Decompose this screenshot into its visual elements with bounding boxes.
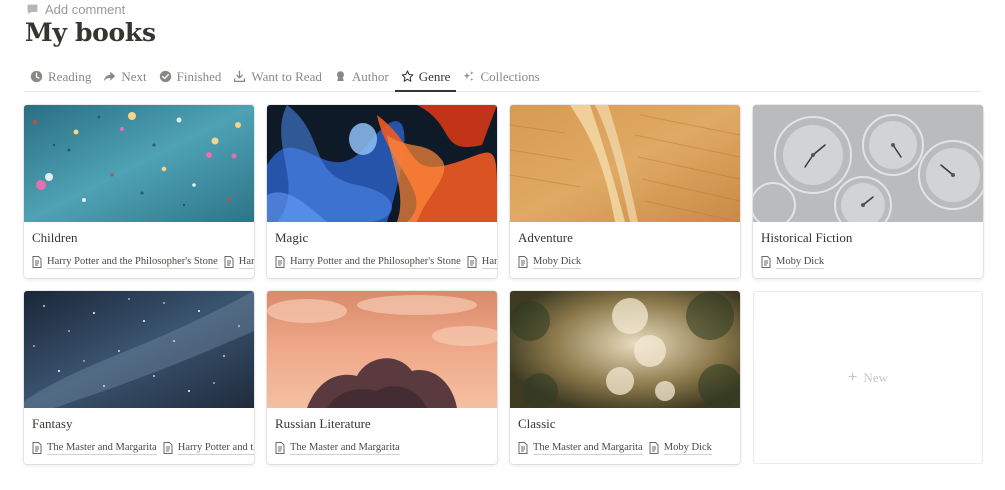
gallery-card-historical-fiction[interactable]: Historical Fiction Moby Dick xyxy=(753,105,983,278)
tab-label: Next xyxy=(121,68,147,84)
card-book-list: Moby Dick xyxy=(761,253,983,271)
star-icon xyxy=(401,70,414,83)
new-card-label: New xyxy=(863,369,888,385)
card-cover-image xyxy=(24,291,254,408)
book-link[interactable]: Moby Dick xyxy=(518,253,582,271)
card-cover-image xyxy=(510,291,740,408)
add-comment-label: Add comment xyxy=(45,1,126,17)
card-title: Classic xyxy=(518,416,556,431)
card-title: Russian Literature xyxy=(275,416,371,431)
tab-author[interactable]: Author xyxy=(328,62,395,91)
card-book-list: The Master and Margarita Moby Dick xyxy=(518,439,740,457)
tab-label: Finished xyxy=(176,68,222,84)
arrow-forward-icon xyxy=(103,70,116,83)
tab-label: Author xyxy=(351,68,389,84)
sparkle-icon xyxy=(462,70,475,83)
gallery-card-children[interactable]: Children Harry Potter and the Philosophe… xyxy=(24,105,254,278)
page-title: My books xyxy=(25,18,156,47)
download-icon xyxy=(233,70,246,83)
tab-collections[interactable]: Collections xyxy=(456,62,545,91)
page-icon xyxy=(224,256,234,268)
tab-want-to-read[interactable]: Want to Read xyxy=(227,62,327,91)
card-book-list: The Master and Margarita xyxy=(275,439,497,457)
page-icon xyxy=(163,442,173,454)
book-link[interactable]: The Master and Margarita xyxy=(518,439,643,457)
card-title: Adventure xyxy=(518,230,573,245)
book-link[interactable]: Moby Dick xyxy=(649,439,712,457)
card-book-list: Moby Dick xyxy=(518,253,740,271)
tab-finished[interactable]: Finished xyxy=(153,62,228,91)
tab-label: Want to Read xyxy=(251,68,322,84)
card-cover-image xyxy=(510,105,740,222)
tab-reading[interactable]: Reading xyxy=(24,62,97,91)
page-icon xyxy=(518,442,528,454)
gallery-card-classic[interactable]: Classic The Master and Margarita Moby Di… xyxy=(510,291,740,464)
card-cover-image xyxy=(267,291,497,408)
page-icon xyxy=(275,256,285,268)
book-link[interactable]: Harry Potter and the Chamber of Secrets xyxy=(224,253,254,271)
page-icon xyxy=(467,256,477,268)
page-icon xyxy=(32,442,42,454)
gallery-card-russian-literature[interactable]: Russian Literature The Master and Margar… xyxy=(267,291,497,464)
tab-genre[interactable]: Genre xyxy=(394,62,457,92)
person-icon xyxy=(334,70,347,83)
clock-icon xyxy=(30,70,43,83)
gallery-card-fantasy[interactable]: Fantasy The Master and Margarita Harry P… xyxy=(24,291,254,464)
book-link[interactable]: Harry Potter and the Chamber of Secrets xyxy=(467,253,497,271)
card-title: Fantasy xyxy=(32,416,73,431)
card-title: Magic xyxy=(275,230,309,245)
card-title: Historical Fiction xyxy=(761,230,853,245)
card-book-list: Harry Potter and the Philosopher's Stone… xyxy=(275,253,497,271)
card-cover-image xyxy=(24,105,254,222)
tab-label: Collections xyxy=(480,68,540,84)
view-tabs: Reading Next Finished Want to Read Autho… xyxy=(24,62,981,92)
gallery-card-adventure[interactable]: Adventure Moby Dick xyxy=(510,105,740,278)
card-cover-image xyxy=(267,105,497,222)
page-icon xyxy=(275,442,285,454)
new-card-button[interactable]: + New xyxy=(753,291,983,464)
card-book-list: The Master and Margarita Harry Potter an… xyxy=(32,439,254,457)
check-circle-icon xyxy=(159,70,172,83)
comment-icon xyxy=(27,4,38,14)
book-link[interactable]: Moby Dick xyxy=(761,253,825,271)
gallery-card-magic[interactable]: Magic Harry Potter and the Philosopher's… xyxy=(267,105,497,278)
card-cover-image xyxy=(753,105,983,222)
page-icon xyxy=(761,256,771,268)
page-icon xyxy=(649,442,659,454)
tab-label: Genre xyxy=(418,68,451,84)
add-comment-button[interactable]: Add comment xyxy=(26,1,125,17)
book-link[interactable]: Harry Potter and the Philosopher's Stone xyxy=(32,253,218,271)
card-title: Children xyxy=(32,230,78,245)
book-link[interactable]: Harry Potter and the Philosopher's Stone xyxy=(275,253,461,271)
page-icon xyxy=(32,256,42,268)
page-icon xyxy=(518,256,528,268)
tab-label: Reading xyxy=(48,68,92,84)
book-link[interactable]: Harry Potter and the Philosopher's Stone xyxy=(163,439,254,457)
tab-next[interactable]: Next xyxy=(97,62,152,91)
plus-icon: + xyxy=(848,368,858,386)
book-link[interactable]: The Master and Margarita xyxy=(275,439,400,457)
book-link[interactable]: The Master and Margarita xyxy=(32,439,157,457)
card-book-list: Harry Potter and the Philosopher's Stone… xyxy=(32,253,254,271)
